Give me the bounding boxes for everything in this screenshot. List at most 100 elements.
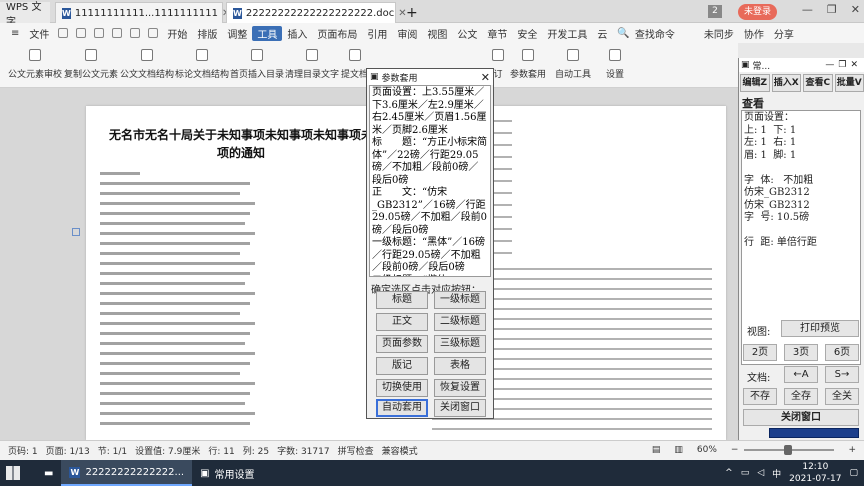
collab-button[interactable]: 协作 — [739, 26, 769, 41]
ime-toolbar[interactable] — [769, 428, 859, 438]
parameter-textbox[interactable]: 页面设置：上3.55厘米／下3.6厘米／左2.9厘米／右2.45厘米／页眉1.5… — [369, 85, 491, 277]
body-button[interactable]: 正文 — [376, 313, 428, 331]
close-all-button[interactable]: 全关 — [825, 388, 859, 405]
ribbon-clean-toc[interactable]: 清理目录文字 — [285, 49, 339, 80]
menu-icon[interactable]: ≡ — [6, 28, 24, 39]
panel-window-controls[interactable]: —❐✕ — [825, 60, 862, 70]
settings-app-icon: ▣ — [200, 467, 210, 479]
document-tab-1[interactable]: W 11111111111...1111111111 ✕ — [55, 2, 230, 23]
close-window-icon[interactable]: ✕ — [851, 3, 860, 16]
document-tab-2[interactable]: W 22222222222222222222.doc ✕ — [226, 2, 407, 23]
ribbon-auto-tools[interactable]: 自动工具 — [555, 49, 591, 80]
menu-file[interactable]: 文件 — [24, 26, 54, 41]
sync-status[interactable]: 未同步 — [699, 26, 739, 41]
ribbon-extract[interactable]: 提文档 — [341, 49, 368, 80]
imprint-button[interactable]: 版记 — [376, 357, 428, 375]
file-explorer-icon[interactable]: ▬ — [36, 460, 61, 486]
previous-doc-button[interactable]: ←A — [784, 366, 818, 383]
menu-public[interactable]: 公文 — [452, 26, 482, 41]
volume-icon[interactable]: ◁ — [757, 468, 764, 478]
menu-start[interactable]: 开始 — [162, 26, 192, 41]
open-icon[interactable] — [58, 28, 69, 38]
six-page-button[interactable]: 6页 — [825, 344, 859, 361]
menu-security[interactable]: 安全 — [512, 26, 542, 41]
menu-adjust[interactable]: 调整 — [222, 26, 252, 41]
level1-title-button[interactable]: 一级标题 — [434, 291, 486, 309]
clock[interactable]: 12:10 2021-07-17 — [789, 461, 841, 485]
view-mode-icon[interactable]: ▤ — [652, 445, 661, 455]
insert-button[interactable]: 插入X — [771, 74, 801, 92]
menu-review[interactable]: 审阅 — [392, 26, 422, 41]
chevron-up-icon[interactable]: ^ — [725, 468, 733, 478]
redo-icon[interactable] — [148, 28, 159, 38]
status-pages[interactable]: 页面: 1/13 — [46, 444, 90, 457]
view-button[interactable]: 查看C — [803, 74, 833, 92]
menu-view[interactable]: 视图 — [422, 26, 452, 41]
ribbon-param-apply[interactable]: 参数套用 — [510, 49, 546, 80]
taskbar-item-document[interactable]: W 22222222222222... — [61, 460, 193, 486]
ribbon-review-elements[interactable]: 公文元素审校 — [8, 49, 62, 80]
app-icon: ▣ — [741, 60, 750, 70]
ribbon-doc-structure[interactable]: 公文文档结构 — [120, 49, 174, 80]
zoom-out-icon[interactable]: − — [731, 445, 739, 455]
view-mode-icon[interactable]: ▥ — [674, 445, 683, 455]
ribbon-copy-elements[interactable]: 复制公文元素 — [64, 49, 118, 80]
notification-icon[interactable]: ▢ — [849, 468, 858, 478]
title-button[interactable]: 标题 — [376, 291, 428, 309]
toc-icon — [251, 49, 263, 61]
structure-icon — [196, 49, 208, 61]
dialog-header[interactable]: ▣ 参数套用 ✕ — [367, 69, 493, 85]
close-icon[interactable]: ✕ — [481, 71, 490, 84]
panel-header[interactable]: ▣ 常... —❐✕ — [739, 58, 864, 72]
new-tab-button[interactable]: + — [400, 2, 424, 23]
input-language[interactable]: 中 — [772, 467, 781, 480]
maximize-icon[interactable]: ❐ — [827, 3, 837, 16]
level3-title-button[interactable]: 三级标题 — [434, 335, 486, 353]
menu-cloud[interactable]: 云 — [592, 26, 612, 41]
search-commands[interactable]: 查找命令 — [635, 26, 675, 41]
table-button[interactable]: 表格 — [434, 357, 486, 375]
edit-button[interactable]: 编辑Z — [740, 74, 770, 92]
two-page-button[interactable]: 2页 — [743, 344, 777, 361]
menu-chapter[interactable]: 章节 — [482, 26, 512, 41]
network-icon[interactable]: ▭ — [741, 468, 750, 478]
share-button[interactable]: 分享 — [769, 26, 799, 41]
next-doc-button[interactable]: S→ — [825, 366, 859, 383]
menu-references[interactable]: 引用 — [362, 26, 392, 41]
restore-settings-button[interactable]: 恢复设置 — [434, 379, 486, 397]
login-button[interactable]: 未登录 — [738, 4, 778, 20]
undo-icon[interactable] — [130, 28, 141, 38]
ribbon-settings[interactable]: 设置 — [606, 49, 624, 80]
taskbar-item-settings[interactable]: ▣ 常用设置 — [192, 460, 262, 486]
print-icon[interactable] — [94, 28, 105, 38]
print-preview-button[interactable]: 打印预览 — [781, 320, 859, 337]
save-all-button[interactable]: 全存 — [784, 388, 818, 405]
zoom-in-icon[interactable]: + — [848, 445, 856, 455]
menu-tools[interactable]: 工具 — [252, 25, 283, 41]
ribbon-insert-toc[interactable]: 首页插入目录 — [230, 49, 284, 80]
page-params-button[interactable]: 页面参数 — [376, 335, 428, 353]
close-window-button[interactable]: 关闭窗口 — [434, 399, 486, 417]
wps-home-tab[interactable]: WPS 文字 — [0, 2, 50, 28]
discard-button[interactable]: 不存 — [743, 388, 777, 405]
windows-start-icon[interactable] — [6, 466, 20, 480]
toggle-use-button[interactable]: 切换使用 — [376, 379, 428, 397]
save-icon[interactable] — [76, 28, 87, 38]
title-bar: WPS 文字 W 11111111111...1111111111 ✕ W 22… — [0, 0, 864, 28]
status-words[interactable]: 字数: 31717 — [277, 444, 330, 457]
close-panel-button[interactable]: 关闭窗口 — [743, 409, 859, 426]
minimize-icon[interactable]: — — [802, 3, 813, 16]
auto-apply-button[interactable]: 自动套用 — [376, 399, 428, 417]
menu-developer[interactable]: 开发工具 — [542, 26, 592, 41]
zoom-slider[interactable] — [744, 445, 835, 455]
menu-layout[interactable]: 排版 — [192, 26, 222, 41]
menu-insert[interactable]: 插入 — [282, 26, 312, 41]
batch-button[interactable]: 批量V — [834, 74, 864, 92]
zoom-level[interactable]: 60% — [697, 445, 717, 455]
level2-title-button[interactable]: 二级标题 — [434, 313, 486, 331]
ribbon-thesis-structure[interactable]: 标论文档结构 — [175, 49, 229, 80]
three-page-button[interactable]: 3页 — [784, 344, 818, 361]
status-spellcheck[interactable]: 拼写检查 — [338, 444, 374, 457]
menu-page-layout[interactable]: 页面布局 — [312, 26, 362, 41]
preview-icon[interactable] — [112, 28, 123, 38]
